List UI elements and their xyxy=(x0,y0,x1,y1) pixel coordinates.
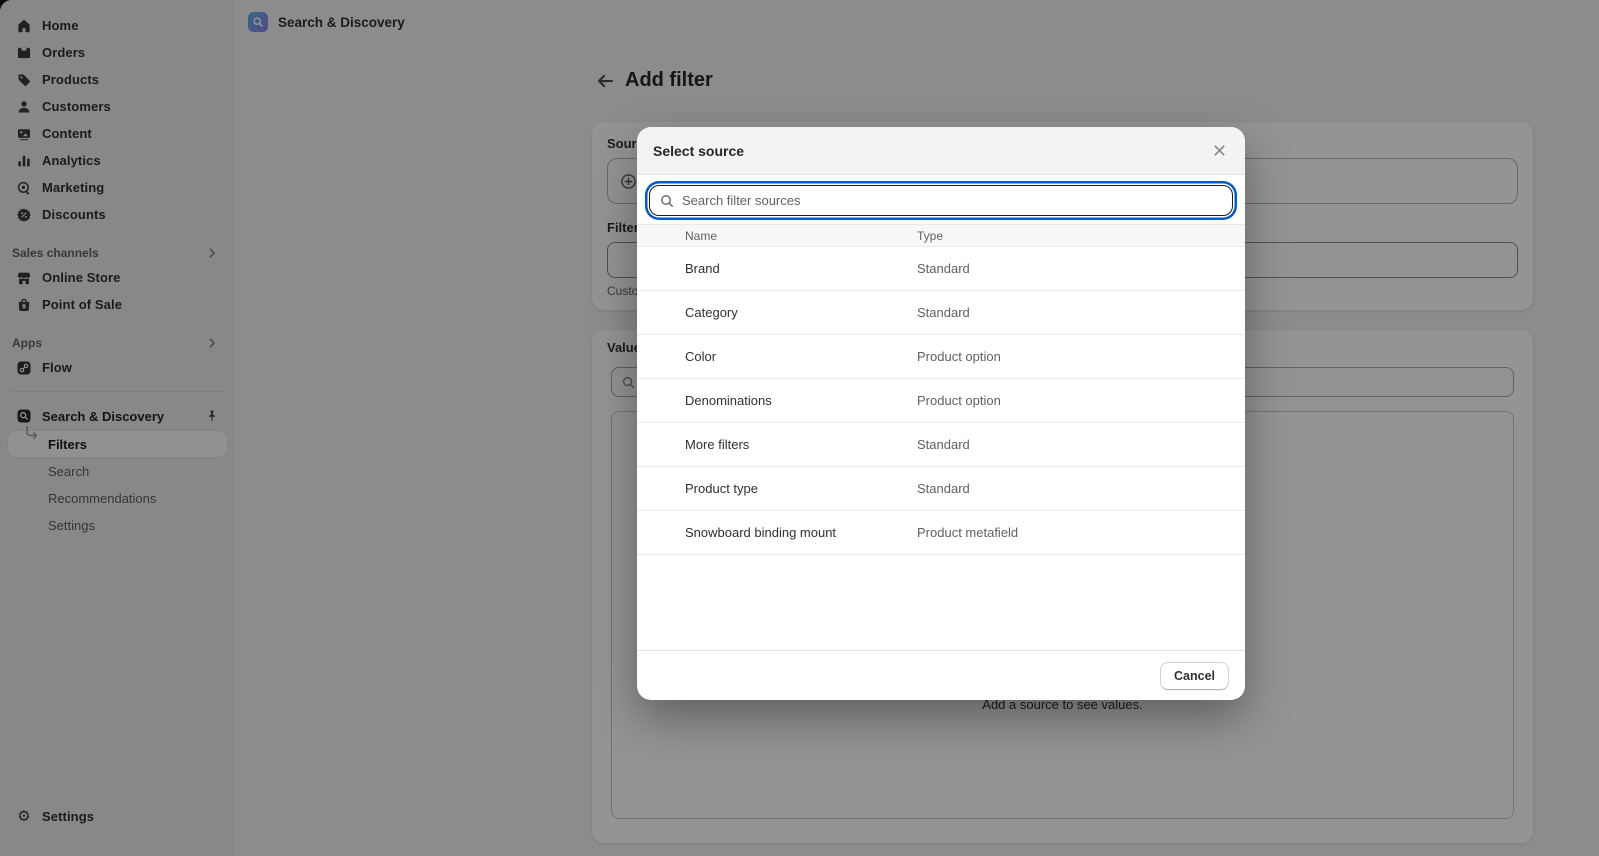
table-row[interactable]: Snowboard binding mountProduct metafield xyxy=(637,511,1245,555)
column-header-type: Type xyxy=(917,229,943,243)
filter-source-search xyxy=(649,185,1233,216)
source-type: Product metafield xyxy=(917,525,1018,540)
table-header: Name Type xyxy=(637,224,1245,247)
source-name: More filters xyxy=(637,437,917,452)
source-name: Category xyxy=(637,305,917,320)
table-row[interactable]: More filtersStandard xyxy=(637,423,1245,467)
modal-header: Select source xyxy=(637,127,1245,175)
modal-footer: Cancel xyxy=(637,650,1245,700)
search-input[interactable] xyxy=(682,193,1223,208)
table-row[interactable]: Product typeStandard xyxy=(637,467,1245,511)
admin-app-frame: HomeOrdersProductsCustomersContentAnalyt… xyxy=(0,0,1599,856)
search-icon xyxy=(659,193,675,209)
source-name: Denominations xyxy=(637,393,917,408)
source-type: Standard xyxy=(917,261,970,276)
table-row[interactable]: DenominationsProduct option xyxy=(637,379,1245,423)
table-row[interactable]: ColorProduct option xyxy=(637,335,1245,379)
close-icon[interactable] xyxy=(1209,141,1229,161)
table-row[interactable]: CategoryStandard xyxy=(637,291,1245,335)
source-type: Standard xyxy=(917,305,970,320)
source-type: Standard xyxy=(917,437,970,452)
column-header-name: Name xyxy=(637,229,917,243)
source-name: Snowboard binding mount xyxy=(637,525,917,540)
modal-title: Select source xyxy=(653,143,744,159)
source-name: Product type xyxy=(637,481,917,496)
source-table-body: BrandStandardCategoryStandardColorProduc… xyxy=(637,247,1245,555)
source-type: Product option xyxy=(917,393,1001,408)
source-type: Standard xyxy=(917,481,970,496)
source-type: Product option xyxy=(917,349,1001,364)
table-row[interactable]: BrandStandard xyxy=(637,247,1245,291)
select-source-modal: Select source Name Type BrandStandardCat… xyxy=(637,127,1245,700)
source-name: Color xyxy=(637,349,917,364)
source-name: Brand xyxy=(637,261,917,276)
cancel-button[interactable]: Cancel xyxy=(1160,662,1229,690)
